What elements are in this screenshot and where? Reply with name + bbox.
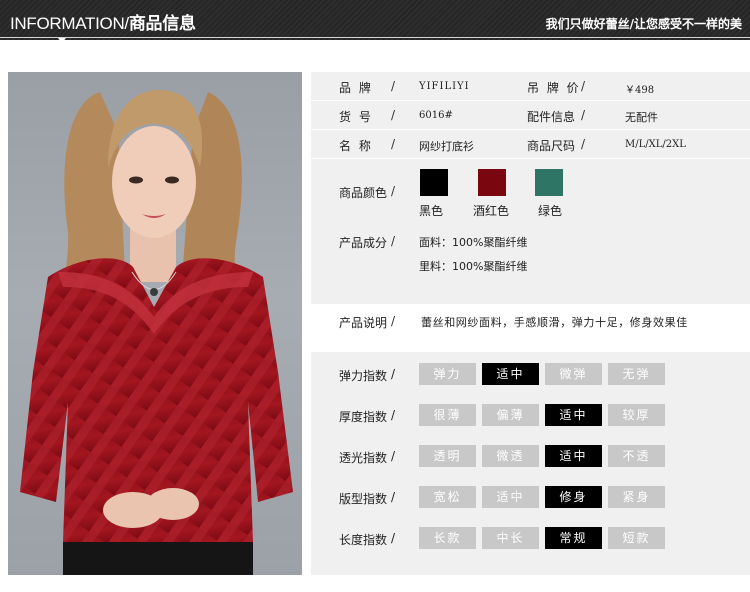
index-option[interactable]: 偏薄 bbox=[482, 404, 539, 426]
index-slash: / bbox=[391, 531, 396, 545]
product-info-panel: 品 牌 / YIFILIYI 吊 牌 价 / ￥498 货 号 / 6016# … bbox=[311, 72, 750, 226]
composition-panel: 产品成分 / 面料：100%聚酯纤维 里料：100%聚酯纤维 bbox=[311, 226, 750, 304]
indices-panel: 弹力指数 / 弹力 适中 微弹 无弹 厚度指数 / 很薄 偏薄 适中 较厚 透光指数 / 透明 微透 适中 不透版… bbox=[311, 352, 750, 575]
index-option[interactable]: 适中 bbox=[545, 404, 602, 426]
description-label: 产品说明 bbox=[339, 316, 388, 330]
header-slogan: 我们只做好蕾丝/让您感受不一样的美 bbox=[545, 17, 742, 31]
sku-value: 6016# bbox=[419, 110, 453, 121]
swatch-black[interactable] bbox=[420, 169, 448, 196]
brand-slash: / bbox=[391, 79, 396, 93]
index-option[interactable]: 很薄 bbox=[419, 404, 476, 426]
brand-value: YIFILIYI bbox=[419, 81, 470, 92]
index-row: 长度指数 / 长款 中长 常规 短款 bbox=[311, 527, 750, 551]
index-option[interactable]: 短款 bbox=[608, 527, 665, 549]
header-divider bbox=[0, 37, 750, 38]
header-title-cn: 商品信息 bbox=[128, 14, 196, 33]
index-option[interactable]: 适中 bbox=[482, 486, 539, 508]
description-panel: 产品说明 / 蕾丝和网纱面料，手感顺滑，弹力十足，修身效果佳 bbox=[311, 304, 750, 350]
product-photo bbox=[8, 72, 302, 575]
header-title-en: INFORMATION/ bbox=[10, 14, 129, 33]
brand-label: 品 牌 bbox=[339, 81, 373, 95]
index-label: 版型指数 bbox=[339, 492, 388, 506]
index-slash: / bbox=[391, 408, 396, 422]
name-label: 名 称 bbox=[339, 139, 373, 153]
index-option[interactable]: 适中 bbox=[545, 445, 602, 467]
info-row-sku: 货 号 / 6016# 配件信息 / 无配件 bbox=[311, 101, 750, 130]
composition-label: 产品成分 bbox=[339, 236, 388, 250]
price-label: 吊 牌 价 bbox=[527, 81, 581, 95]
info-row-brand: 品 牌 / YIFILIYI 吊 牌 价 / ￥498 bbox=[311, 72, 750, 101]
index-option[interactable]: 长款 bbox=[419, 527, 476, 549]
index-option[interactable]: 无弹 bbox=[608, 363, 665, 385]
index-label: 弹力指数 bbox=[339, 369, 388, 383]
price-slash: / bbox=[581, 79, 586, 93]
index-slash: / bbox=[391, 490, 396, 504]
size-value: M/L/XL/2XL bbox=[625, 139, 686, 150]
color-label: 商品颜色 bbox=[339, 186, 388, 200]
model-illustration bbox=[20, 90, 293, 575]
index-slash: / bbox=[391, 367, 396, 381]
index-slash: / bbox=[391, 449, 396, 463]
accessory-slash: / bbox=[581, 108, 586, 122]
index-option[interactable]: 紧身 bbox=[608, 486, 665, 508]
index-option[interactable]: 微弹 bbox=[545, 363, 602, 385]
index-option[interactable]: 弹力 bbox=[419, 363, 476, 385]
index-label: 透光指数 bbox=[339, 451, 388, 465]
swatch-name-wine-red: 酒红色 bbox=[473, 204, 510, 218]
index-label: 厚度指数 bbox=[339, 410, 388, 424]
header-arrow-icon bbox=[58, 38, 66, 43]
name-slash: / bbox=[391, 137, 396, 151]
composition-slash: / bbox=[391, 234, 396, 248]
size-label: 商品尺码 bbox=[527, 139, 576, 153]
price-value: ￥498 bbox=[625, 85, 655, 96]
index-row: 版型指数 / 宽松 适中 修身 紧身 bbox=[311, 486, 750, 510]
index-option[interactable]: 不透 bbox=[608, 445, 665, 467]
index-row: 厚度指数 / 很薄 偏薄 适中 较厚 bbox=[311, 404, 750, 428]
description-text: 蕾丝和网纱面料，手感顺滑，弹力十足，修身效果佳 bbox=[421, 316, 688, 329]
color-slash: / bbox=[391, 184, 396, 198]
accessory-value: 无配件 bbox=[625, 111, 658, 124]
index-option[interactable]: 常规 bbox=[545, 527, 602, 549]
name-value: 网纱打底衫 bbox=[419, 140, 474, 153]
index-row: 透光指数 / 透明 微透 适中 不透 bbox=[311, 445, 750, 469]
size-slash: / bbox=[581, 137, 586, 151]
index-row: 弹力指数 / 弹力 适中 微弹 无弹 bbox=[311, 363, 750, 387]
sku-label: 货 号 bbox=[339, 110, 373, 124]
composition-line-1: 面料：100%聚酯纤维 bbox=[419, 236, 528, 249]
index-option[interactable]: 适中 bbox=[482, 363, 539, 385]
swatch-wine-red[interactable] bbox=[478, 169, 506, 196]
index-option[interactable]: 修身 bbox=[545, 486, 602, 508]
index-option[interactable]: 透明 bbox=[419, 445, 476, 467]
header-title: INFORMATION/商品信息 bbox=[10, 9, 196, 34]
index-option[interactable]: 较厚 bbox=[608, 404, 665, 426]
swatch-green[interactable] bbox=[535, 169, 563, 196]
info-row-name: 名 称 / 网纱打底衫 商品尺码 / M/L/XL/2XL bbox=[311, 130, 750, 159]
page-header: INFORMATION/商品信息 我们只做好蕾丝/让您感受不一样的美 bbox=[0, 0, 750, 43]
description-slash: / bbox=[391, 314, 396, 328]
swatch-name-black: 黑色 bbox=[419, 204, 444, 218]
index-label: 长度指数 bbox=[339, 533, 388, 547]
index-option[interactable]: 中长 bbox=[482, 527, 539, 549]
accessory-label: 配件信息 bbox=[527, 110, 576, 124]
index-option[interactable]: 微透 bbox=[482, 445, 539, 467]
swatch-name-green: 绿色 bbox=[538, 204, 563, 218]
composition-line-2: 里料：100%聚酯纤维 bbox=[419, 260, 528, 273]
sku-slash: / bbox=[391, 108, 396, 122]
index-option[interactable]: 宽松 bbox=[419, 486, 476, 508]
